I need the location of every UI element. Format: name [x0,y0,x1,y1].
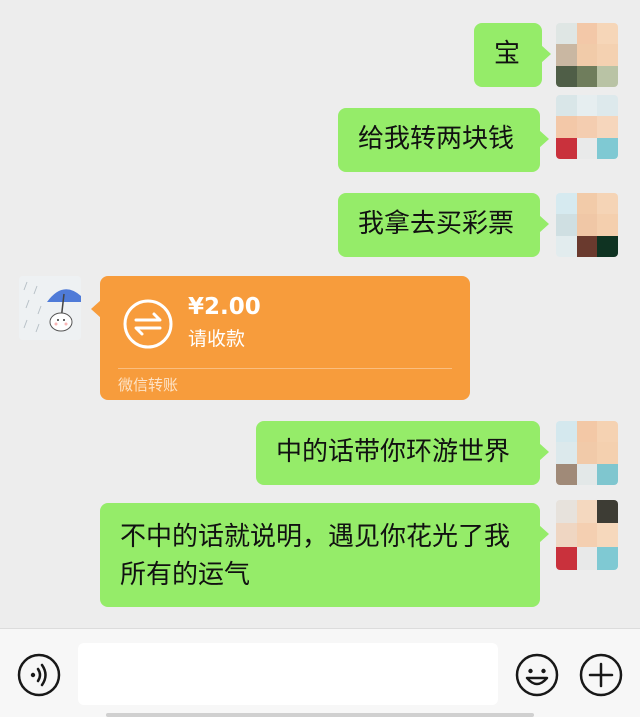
message-text-1: 宝 [494,39,521,69]
transfer-card[interactable]: ¥2.00 请收款 微信转账 [91,276,470,400]
avatar-contact[interactable] [19,276,81,340]
avatar-self[interactable] [556,23,618,87]
transfer-footer-label: 微信转账 [118,376,179,394]
message-bubble-1[interactable]: 宝 [474,23,551,87]
transfer-divider [118,368,452,369]
avatar-self[interactable] [556,421,618,485]
message-text-6-line1: 不中的话就说明，遇见你花光了我 [120,522,511,552]
plus-icon [579,653,623,697]
voice-input-button[interactable] [16,652,62,698]
transfer-amount: ¥2.00 [188,294,261,320]
emoji-icon [515,653,559,697]
transfer-arrows-icon [123,299,173,349]
message-text-6-line2: 所有的运气 [120,560,251,590]
message-bubble-6[interactable]: 不中的话就说明，遇见你花光了我 所有的运气 [100,503,549,607]
message-text-2: 给我转两块钱 [358,124,515,154]
home-indicator [106,713,534,717]
more-options-button[interactable] [578,652,624,698]
message-bubble-5[interactable]: 中的话带你环游世界 [256,421,549,485]
avatar-self[interactable] [556,500,618,570]
message-text-5: 中的话带你环游世界 [276,437,511,467]
transfer-status: 请收款 [188,328,246,350]
message-bubble-2[interactable]: 给我转两块钱 [338,108,549,172]
message-bubble-3[interactable]: 我拿去买彩票 [338,193,549,257]
message-input[interactable] [78,643,498,705]
voice-input-icon [17,653,61,697]
chat-input-bar [0,628,640,717]
emoji-button[interactable] [514,652,560,698]
avatar-self[interactable] [556,193,618,257]
chat-message-list[interactable]: 宝 给我转两块钱 我拿去买彩票 ¥2.00 请收款 微信转账 中的话带你环游世界… [0,0,640,628]
message-text-3: 我拿去买彩票 [358,209,515,239]
avatar-self[interactable] [556,95,618,159]
umbrella-cartoon-avatar [19,276,81,340]
